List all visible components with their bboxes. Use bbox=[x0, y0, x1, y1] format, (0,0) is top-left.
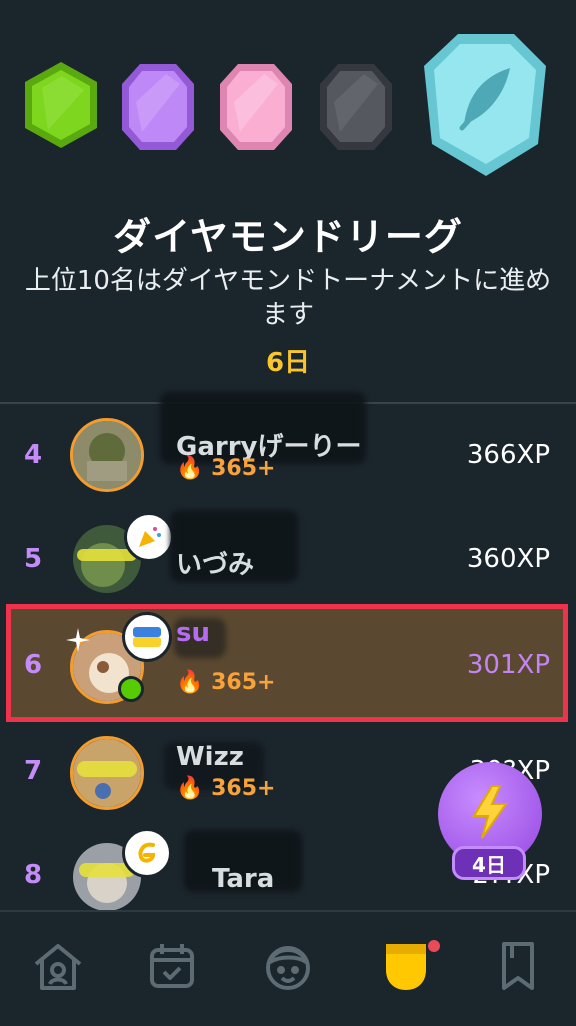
pink-league-gem-icon bbox=[220, 64, 292, 150]
rank-number: 6 bbox=[24, 650, 43, 680]
bookmark-icon bbox=[502, 942, 534, 990]
xp-value: 360XP bbox=[466, 544, 550, 574]
league-title: ダイヤモンドリーグ bbox=[113, 215, 463, 259]
home-icon bbox=[34, 944, 82, 990]
nav-character[interactable] bbox=[256, 934, 320, 998]
nav-home[interactable] bbox=[26, 934, 90, 998]
rank-number: 8 bbox=[24, 860, 43, 890]
nav-bookmark[interactable] bbox=[486, 934, 550, 998]
rank-number: 7 bbox=[24, 756, 43, 786]
character-icon bbox=[266, 946, 310, 990]
bottom-navigation bbox=[0, 910, 576, 1026]
user-name: いづみ bbox=[176, 550, 255, 580]
streak: 🔥 365+ bbox=[176, 456, 276, 481]
league-gems bbox=[0, 0, 576, 190]
diamond-league-gem-icon bbox=[424, 34, 546, 176]
streak: 🔥 365+ bbox=[176, 670, 276, 695]
nav-leagues[interactable] bbox=[374, 934, 440, 998]
league-days-remaining: 6日 bbox=[265, 348, 311, 378]
purple-league-gem-icon bbox=[122, 64, 194, 150]
user-name: Tara bbox=[212, 864, 275, 894]
fire-icon: 🔥 bbox=[176, 776, 204, 801]
xp-value: 301XP bbox=[466, 650, 550, 680]
xp-value: 366XP bbox=[466, 440, 550, 470]
fire-icon: 🔥 bbox=[176, 456, 204, 481]
notification-dot-icon bbox=[428, 940, 440, 952]
user-name: Wizz bbox=[176, 742, 244, 772]
avatar[interactable] bbox=[70, 736, 144, 810]
streak: 🔥 365+ bbox=[176, 776, 276, 801]
leaderboard-row-current-user[interactable]: 6 su 🔥 365+ 301XP bbox=[0, 610, 576, 716]
fire-icon: 🔥 bbox=[176, 670, 204, 695]
emoji-badge-icon bbox=[122, 828, 172, 878]
online-status-icon bbox=[118, 676, 144, 702]
calendar-icon bbox=[150, 944, 194, 988]
user-name: su bbox=[176, 618, 210, 648]
rank-number: 5 bbox=[24, 544, 43, 574]
party-popper-badge-icon bbox=[124, 512, 174, 562]
ukraine-flag-badge-icon bbox=[122, 612, 172, 662]
sparkle-icon bbox=[66, 628, 90, 652]
green-league-gem-icon bbox=[25, 62, 97, 148]
lightning-bolt-icon bbox=[472, 785, 508, 839]
nav-calendar[interactable] bbox=[140, 934, 204, 998]
league-shield-icon bbox=[386, 944, 426, 990]
leaderboard-row[interactable]: 5 いづみ 360XP bbox=[0, 506, 576, 612]
avatar[interactable] bbox=[70, 418, 144, 492]
xp-boost-days: 4日 bbox=[452, 846, 526, 880]
league-subtitle: 上位10名はダイヤモンドトーナメントに進めます bbox=[24, 266, 552, 330]
dark-league-gem-icon bbox=[320, 64, 392, 150]
leaderboard-row[interactable]: 4 Garryげーりー 🔥 365+ 366XP bbox=[0, 392, 576, 510]
rank-number: 4 bbox=[24, 440, 43, 470]
